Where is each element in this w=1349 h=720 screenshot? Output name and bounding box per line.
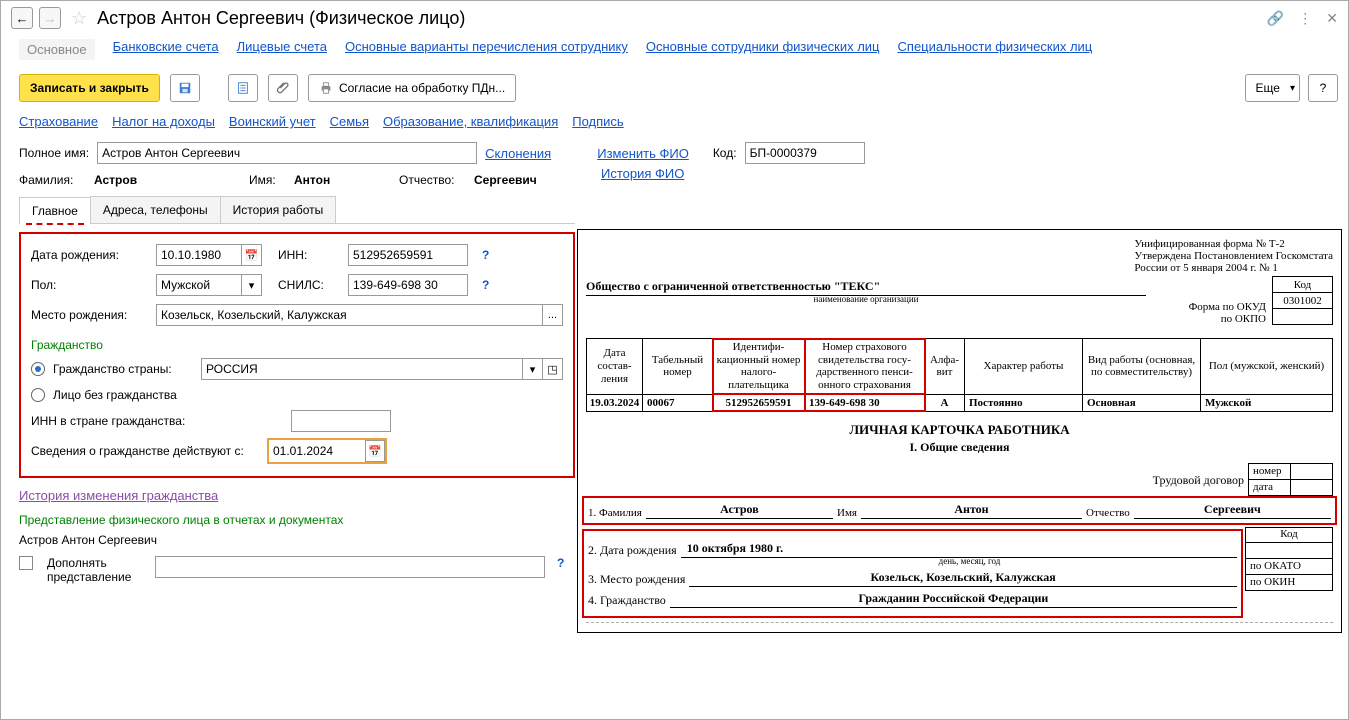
snils-label: СНИЛС: [278,278,338,292]
nav-main[interactable]: Основное [19,39,95,60]
firstname-label: Имя: [249,173,284,187]
nav-spec[interactable]: Специальности физических лиц [898,39,1093,60]
card-title: ЛИЧНАЯ КАРТОЧКА РАБОТНИКА [586,422,1333,438]
snils-help[interactable]: ? [478,278,493,292]
save-button[interactable] [170,74,200,102]
okpo-label: по ОКПО [1189,313,1266,325]
save-close-button[interactable]: Записать и закрыть [19,74,160,102]
page-title: Астров Антон Сергеевич (Физическое лицо) [97,8,1261,29]
doc-form-line1: Унифицированная форма № Т-2 [1134,238,1333,250]
supplement-input[interactable] [155,556,545,578]
contract-label: Трудовой договор [1153,473,1244,488]
printer-icon [319,81,333,95]
tab-workhistory[interactable]: История работы [220,196,337,223]
kod-head: Код [1273,277,1333,293]
since-label: Сведения о гражданстве действуют с: [31,444,259,458]
history-fio-link[interactable]: История ФИО [601,166,684,181]
nav-fwd-button[interactable]: → [39,7,61,29]
fullname-label: Полное имя: [19,146,89,160]
snils-input[interactable] [348,274,468,296]
country-dropdown[interactable]: ▾ [523,358,543,380]
sex-dropdown[interactable]: ▾ [242,274,262,296]
doc-form-line3: России от 5 января 2004 г. № 1 [1134,262,1333,274]
doc-form-line2: Утверждена Постановлением Госкомстата [1134,250,1333,262]
attach-button[interactable] [268,74,298,102]
report-button[interactable] [228,74,258,102]
t2-document: Унифицированная форма № Т-2 Утверждена П… [577,229,1342,633]
fullname-input[interactable] [97,142,477,164]
lastname-label: Фамилия: [19,173,84,187]
tab-addresses[interactable]: Адреса, телефоны [90,196,221,223]
okpo-value [1273,309,1333,325]
inn-label: ИНН: [278,248,338,262]
supplement-help[interactable]: ? [553,556,568,570]
link-military[interactable]: Воинский учет [229,114,316,129]
nav-bank[interactable]: Банковские счета [113,39,219,60]
okud-label: Форма по ОКУД [1189,301,1266,313]
more-button[interactable]: Еще▾ [1245,74,1300,102]
sex-label: Пол: [31,278,146,292]
sex-input[interactable] [156,274,242,296]
pob-picker[interactable]: ... [543,304,563,326]
consent-button[interactable]: Согласие на обработку ПДн... [308,74,516,102]
pob-input[interactable] [156,304,543,326]
since-input[interactable] [269,441,365,461]
link-insurance[interactable]: Страхование [19,114,98,129]
citizenship-country-input[interactable] [201,358,523,380]
firstname-value: Антон [294,173,389,187]
link-family[interactable]: Семья [330,114,369,129]
consent-label: Согласие на обработку ПДн... [339,81,505,95]
dob-label: Дата рождения: [31,248,146,262]
link-sign[interactable]: Подпись [572,114,623,129]
inn-help[interactable]: ? [478,248,493,262]
chevron-down-icon: ▾ [1290,83,1295,94]
nav-personal[interactable]: Лицевые счета [237,39,327,60]
dob-input[interactable] [156,244,242,266]
midname-label: Отчество: [399,173,464,187]
change-fio-link[interactable]: Изменить ФИО [597,146,689,161]
code-label: Код: [713,146,737,160]
help-button[interactable]: ? [1308,74,1338,102]
paperclip-icon [276,81,290,95]
citizenship-head: Гражданство [31,334,563,358]
citizenship-country-radio[interactable] [31,362,45,376]
floppy-icon [178,81,192,95]
card-sub: I. Общие сведения [586,440,1333,455]
declensions-link[interactable]: Склонения [485,146,551,161]
main-panel: Дата рождения: 📅 ИНН: ? Пол: ▾ СНИЛС: ? … [19,232,575,478]
link-tax[interactable]: Налог на доходы [112,114,215,129]
tab-main[interactable]: Главное [19,197,91,224]
nav-transfer[interactable]: Основные варианты перечисления сотрудник… [345,39,628,60]
inn-input[interactable] [348,244,468,266]
nav-employees[interactable]: Основные сотрудники физических лиц [646,39,880,60]
lastname-value: Астров [94,173,239,187]
document-icon [236,81,250,95]
since-calendar-icon[interactable]: 📅 [365,440,385,462]
nav-back-button[interactable]: ← [11,7,33,29]
link-icon[interactable]: 🔗 [1267,10,1284,27]
supplement-checkbox[interactable] [19,556,33,570]
stateless-label: Лицо без гражданства [53,388,177,402]
citizenship-country-label: Гражданство страны: [53,362,193,376]
foreign-inn-input[interactable] [291,410,391,432]
midname-value: Сергеевич [474,173,537,187]
stateless-radio[interactable] [31,388,45,402]
favorite-icon[interactable]: ☆ [67,8,91,29]
doc-main-table: Дата состав-ления Табельный номер Иденти… [586,338,1333,412]
pob-label: Место рождения: [31,308,146,322]
code-input[interactable] [745,142,865,164]
okud-value: 0301002 [1273,293,1333,309]
close-icon[interactable]: ✕ [1326,10,1338,27]
link-edu[interactable]: Образование, квалификация [383,114,558,129]
foreign-inn-label: ИНН в стране гражданства: [31,414,281,428]
supplement-label: Дополнять представление [47,556,147,584]
calendar-icon[interactable]: 📅 [242,244,262,266]
country-open[interactable]: ◳ [543,358,563,380]
kebab-icon[interactable]: ⋮ [1298,10,1312,27]
